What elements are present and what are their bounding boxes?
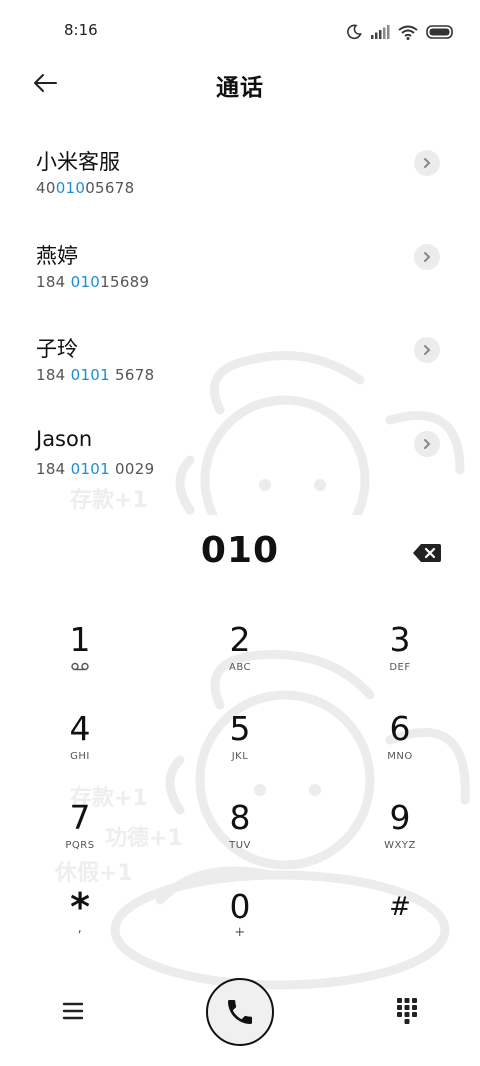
dial-key-1[interactable]: 1 [25, 622, 135, 702]
key-letters: , [77, 921, 83, 936]
dial-key-7[interactable]: 7 PQRS [25, 800, 135, 880]
key-digit: 9 [389, 798, 411, 837]
contact-row[interactable]: 子玲 184 0101 5678 [0, 317, 480, 411]
battery-icon [426, 25, 453, 39]
key-letters: + [234, 925, 246, 940]
number-match: 010 [55, 179, 86, 197]
contact-detail-button[interactable] [414, 430, 440, 457]
moon-icon [347, 24, 362, 40]
key-letters: TUV [229, 840, 251, 851]
status-bar: 8:16 [0, 0, 480, 60]
status-time: 8:16 [64, 21, 98, 39]
key-letters: DEF [389, 662, 411, 673]
contact-name: 燕婷 [36, 243, 78, 268]
status-icons [346, 22, 454, 42]
number-part: 0029 [109, 459, 155, 478]
chevron-right-icon [424, 438, 431, 449]
key-letters: WXYZ [384, 840, 416, 851]
menu-icon[interactable] [58, 998, 88, 1024]
chevron-right-icon [424, 158, 431, 168]
dial-key-5[interactable]: 5 JKL [185, 711, 295, 791]
dial-key-star[interactable]: * , [25, 885, 135, 969]
dial-key-0[interactable]: 0 + [185, 889, 295, 969]
key-letters: PQRS [65, 840, 95, 851]
contact-detail-button[interactable] [414, 337, 440, 363]
dialed-number: 010 [200, 530, 280, 571]
contact-results-list: 小米客服 4001005678 燕婷 184 01015689 子玲 184 0… [0, 130, 480, 504]
number-match: 010 [70, 272, 101, 291]
key-digit: 8 [229, 798, 251, 837]
key-digit: 7 [69, 798, 91, 837]
call-button[interactable] [206, 978, 274, 1046]
signal-icon [371, 25, 390, 39]
key-letters: MNO [387, 751, 413, 762]
dial-key-9[interactable]: 9 WXYZ [345, 800, 455, 880]
dial-key-hash[interactable]: # [345, 889, 455, 969]
key-digit: 5 [229, 709, 251, 748]
dial-key-4[interactable]: 4 GHI [25, 711, 135, 791]
number-part: 5678 [109, 366, 155, 384]
key-digit: 3 [389, 620, 411, 659]
key-digit: 4 [69, 709, 91, 748]
contact-detail-button[interactable] [414, 150, 440, 176]
key-letters: ABC [228, 662, 251, 673]
page-title: 通话 [216, 75, 264, 101]
contact-number: 4001005678 [36, 179, 134, 197]
key-digit: 2 [229, 620, 251, 659]
number-part: 184 [36, 459, 71, 478]
number-part: 184 [36, 272, 71, 291]
chevron-right-icon [424, 251, 431, 262]
contact-row[interactable]: 燕婷 184 01015689 [0, 224, 480, 318]
key-digit: * [70, 885, 90, 929]
contact-number: 184 0101 5678 [36, 366, 154, 384]
header: 通话 [0, 60, 480, 106]
number-part: 184 [36, 366, 71, 384]
wifi-icon [398, 25, 418, 40]
contact-row[interactable]: Jason 184 0101 0029 [0, 411, 480, 505]
dial-key-3[interactable]: 3 DEF [345, 622, 455, 702]
contact-name: Jason [36, 426, 93, 451]
number-part: 15689 [100, 272, 150, 291]
number-part: 05678 [85, 179, 135, 197]
contact-number: 184 0101 0029 [36, 460, 154, 478]
contact-name: 子玲 [36, 337, 78, 361]
key-letters: GHI [70, 751, 90, 762]
key-digit: 0 [229, 887, 251, 926]
dialpad-toggle-icon[interactable] [396, 996, 418, 1026]
dial-key-8[interactable]: 8 TUV [185, 800, 295, 880]
contact-row[interactable]: 小米客服 4001005678 [0, 130, 480, 224]
key-letters [25, 662, 135, 674]
voicemail-icon [71, 662, 89, 671]
number-match: 0101 [70, 366, 110, 384]
number-match: 0101 [70, 459, 110, 478]
dial-key-6[interactable]: 6 MNO [345, 711, 455, 791]
dial-key-2[interactable]: 2 ABC [185, 622, 295, 702]
key-digit: # [389, 892, 411, 922]
contact-number: 184 01015689 [36, 273, 149, 291]
phone-icon [228, 1000, 252, 1024]
backspace-icon[interactable] [412, 542, 442, 564]
number-part: 40 [36, 179, 56, 197]
bottom-action-bar [0, 978, 480, 1048]
key-digit: 6 [389, 709, 411, 748]
chevron-right-icon [424, 345, 431, 355]
contact-name: 小米客服 [36, 150, 120, 174]
key-letters: JKL [231, 751, 249, 762]
key-digit: 1 [69, 620, 91, 659]
contact-detail-button[interactable] [414, 243, 440, 270]
